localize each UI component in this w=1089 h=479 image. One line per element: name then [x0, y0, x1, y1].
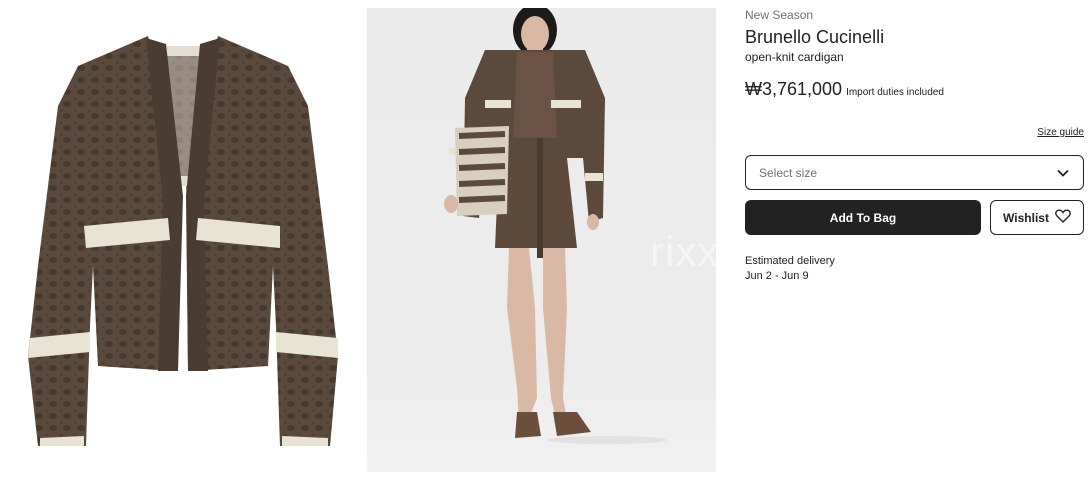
product-price: ₩3,761,000 — [745, 79, 843, 99]
action-buttons: Add To Bag Wishlist — [745, 200, 1084, 235]
chevron-down-icon — [1057, 164, 1069, 182]
product-page: rixx New Season Brunello Cucinelli open-… — [0, 0, 1089, 479]
size-select-dropdown[interactable]: Select size — [745, 155, 1084, 190]
heart-icon — [1055, 209, 1071, 226]
product-name: open-knit cardigan — [745, 50, 844, 64]
brand-name[interactable]: Brunello Cucinelli — [745, 26, 1084, 48]
new-season-tag: New Season — [745, 8, 814, 22]
wishlist-button[interactable]: Wishlist — [990, 200, 1084, 235]
add-to-bag-button[interactable]: Add To Bag — [745, 200, 981, 235]
add-to-bag-label: Add To Bag — [829, 210, 897, 225]
delivery-dates: Jun 2 - Jun 9 — [745, 270, 809, 282]
delivery-label: Estimated delivery — [745, 255, 835, 267]
estimated-delivery: Estimated delivery Jun 2 - Jun 9 — [745, 254, 835, 284]
product-image-front[interactable] — [18, 26, 348, 456]
size-select-placeholder: Select size — [759, 165, 818, 180]
cardigan-illustration — [28, 36, 338, 446]
size-guide-link[interactable]: Size guide — [1037, 127, 1084, 138]
watermark-text: rixx — [650, 228, 720, 275]
import-duties-note: Import duties included — [846, 87, 944, 98]
product-info-panel: New Season Brunello Cucinelli open-knit … — [745, 8, 1084, 282]
price-row: ₩3,761,000 Import duties included — [745, 79, 1084, 100]
wishlist-label: Wishlist — [1003, 210, 1049, 225]
